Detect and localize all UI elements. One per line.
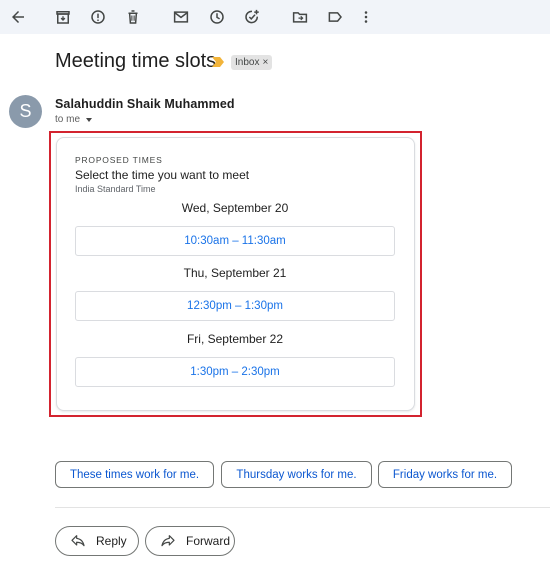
smart-reply-chip[interactable]: Friday works for me.: [378, 461, 512, 488]
important-marker-icon[interactable]: [212, 57, 224, 67]
divider: [55, 507, 550, 508]
inbox-label-chip: Inbox ×: [231, 55, 273, 70]
day-label: Fri, September 22: [186, 332, 284, 346]
timezone-label: India Standard Time: [75, 184, 156, 194]
smart-reply-chip[interactable]: Thursday works for me.: [221, 461, 372, 488]
day-label: Thu, September 21: [183, 266, 287, 280]
chevron-down-icon: [86, 117, 93, 122]
forward-icon: [161, 535, 175, 547]
reply-label: Reply: [96, 534, 127, 548]
reply-button[interactable]: Reply: [55, 526, 139, 556]
archive-icon[interactable]: [51, 5, 75, 29]
forward-button[interactable]: Forward: [145, 526, 235, 556]
email-subject: Meeting time slots: [55, 50, 217, 72]
inbox-label-text: Inbox: [235, 57, 260, 68]
time-slot-button[interactable]: 1:30pm – 2:30pm: [75, 357, 395, 387]
proposed-times-heading: PROPOSED TIMES: [75, 155, 163, 165]
snooze-icon[interactable]: [205, 5, 229, 29]
label-icon[interactable]: [323, 5, 347, 29]
toolbar: [0, 0, 550, 34]
sender-name: Salahuddin Shaik Muhammed: [55, 97, 235, 111]
smart-reply-chip[interactable]: These times work for me.: [55, 461, 214, 488]
mark-unread-icon[interactable]: [169, 5, 193, 29]
move-to-icon[interactable]: [288, 5, 312, 29]
recipient-details[interactable]: to me: [55, 114, 93, 125]
remove-label-icon[interactable]: ×: [262, 55, 268, 70]
forward-label: Forward: [186, 534, 231, 548]
report-spam-icon[interactable]: [86, 5, 110, 29]
delete-icon[interactable]: [121, 5, 145, 29]
avatar[interactable]: S: [9, 95, 42, 128]
day-label: Wed, September 20: [181, 201, 289, 215]
recipient-text: to me: [55, 114, 81, 125]
proposal-title: Select the time you want to meet: [75, 168, 250, 182]
reply-icon: [71, 535, 85, 547]
time-slot-button[interactable]: 12:30pm – 1:30pm: [75, 291, 395, 321]
back-arrow-icon[interactable]: [6, 5, 30, 29]
time-slot-button[interactable]: 10:30am – 11:30am: [75, 226, 395, 256]
more-options-icon[interactable]: [354, 5, 378, 29]
add-to-tasks-icon[interactable]: [240, 5, 264, 29]
